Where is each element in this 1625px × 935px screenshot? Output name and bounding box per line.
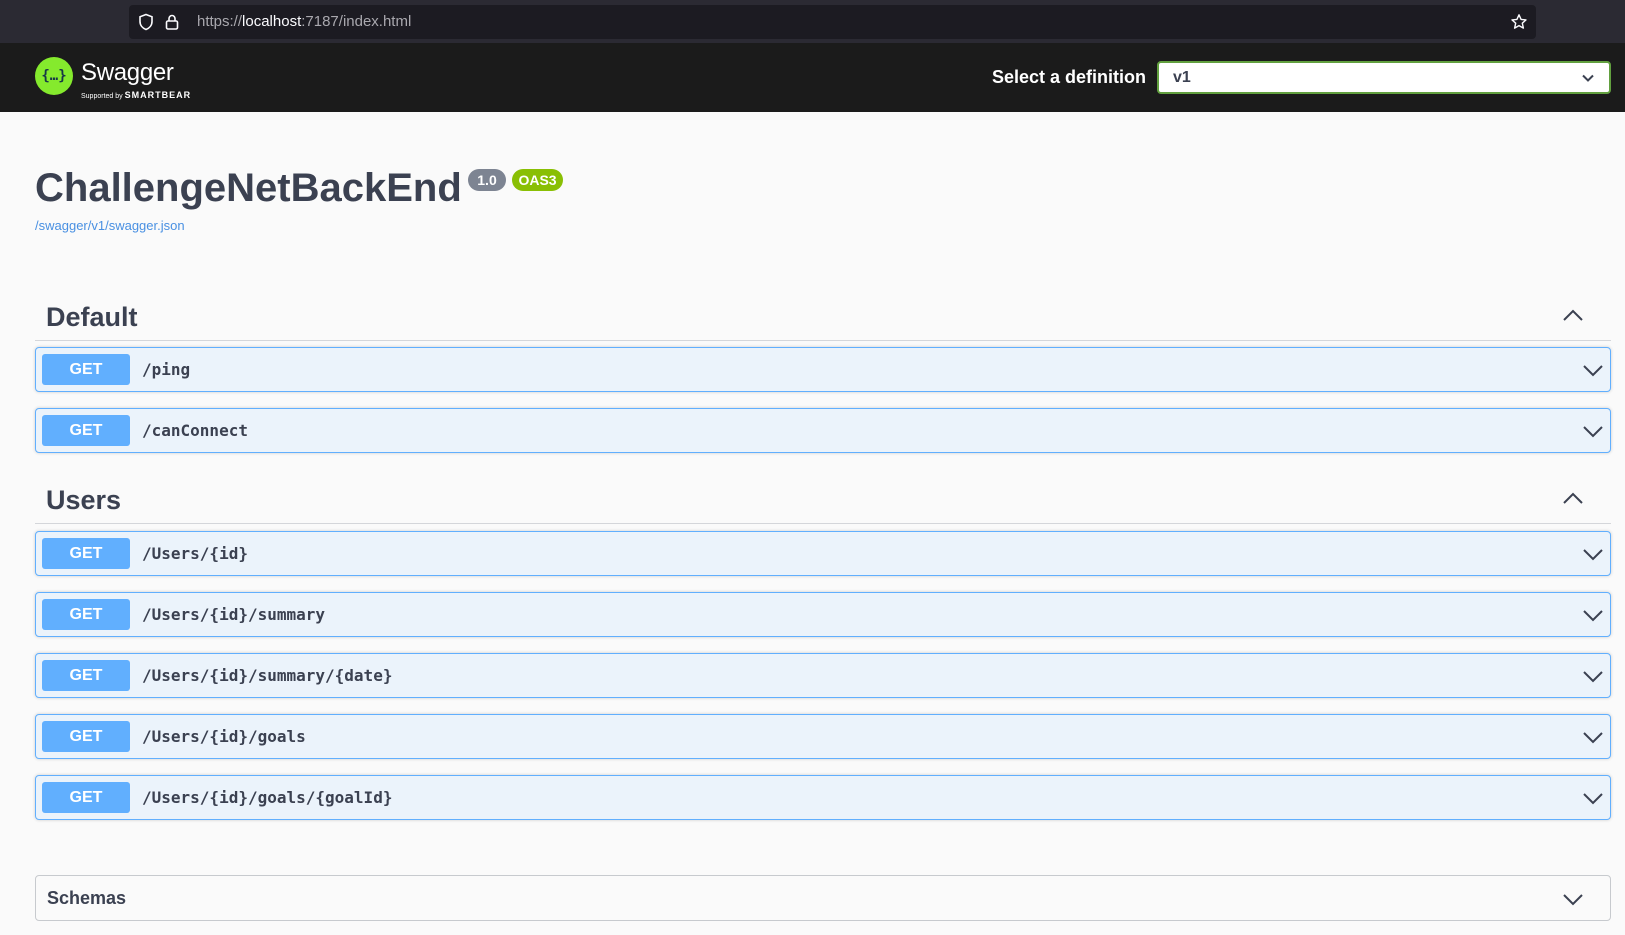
operation-get-user-goals[interactable]: GET /Users/{id}/goals — [35, 714, 1611, 759]
swagger-topbar: {…} Swagger Supported by SMARTBEAR Selec… — [0, 43, 1625, 112]
operation-get-canconnect[interactable]: GET /canConnect — [35, 408, 1611, 453]
tag-default-header[interactable]: Default — [35, 290, 1611, 341]
browser-toolbar: https://localhost:7187/index.html — [0, 0, 1625, 43]
tag-title: Users — [46, 485, 122, 515]
definition-label: Select a definition — [992, 67, 1147, 87]
url-prefix: https:// — [197, 13, 243, 30]
operation-path: /ping — [142, 360, 191, 379]
chevron-down-icon — [1581, 71, 1595, 85]
chevron-down-icon[interactable] — [1562, 888, 1584, 910]
star-icon[interactable] — [1510, 13, 1528, 31]
url-rest: :7187/index.html — [301, 13, 412, 30]
api-title: ChallengeNetBackEnd — [35, 166, 462, 210]
schemas-section[interactable]: Schemas — [35, 875, 1611, 921]
operation-get-user-summary[interactable]: GET /Users/{id}/summary — [35, 592, 1611, 637]
tagline-prefix: Supported by — [81, 93, 123, 100]
operation-path: /Users/{id}/goals/{goalId} — [142, 788, 393, 807]
operation-path: /Users/{id}/summary/{date} — [142, 666, 393, 685]
method-badge: GET — [42, 599, 130, 630]
chevron-down-icon[interactable] — [1582, 665, 1604, 687]
operation-path: /Users/{id}/goals — [142, 727, 306, 746]
smartbear-tagline: Supported by SMARTBEAR — [81, 90, 191, 100]
chevron-up-icon[interactable] — [1561, 487, 1585, 511]
operation-get-user-summary-date[interactable]: GET /Users/{id}/summary/{date} — [35, 653, 1611, 698]
tag-title: Default — [46, 302, 138, 332]
method-badge: GET — [42, 660, 130, 691]
oas-badge: OAS3 — [512, 169, 563, 191]
method-badge: GET — [42, 721, 130, 752]
tagline-brand: SMARTBEAR — [124, 90, 192, 100]
swagger-logo-icon[interactable]: {…} — [35, 57, 73, 95]
url-host: localhost — [242, 13, 302, 30]
operation-get-ping[interactable]: GET /ping — [35, 347, 1611, 392]
chevron-down-icon[interactable] — [1582, 726, 1604, 748]
swagger-logo-text[interactable]: Swagger — [81, 59, 174, 87]
tag-users-header[interactable]: Users — [35, 473, 1611, 524]
operation-path: /Users/{id}/summary — [142, 605, 326, 624]
version-badge: 1.0 — [468, 169, 506, 191]
chevron-down-icon[interactable] — [1582, 604, 1604, 626]
operation-path: /canConnect — [142, 421, 248, 440]
definition-select[interactable]: v1 — [1157, 61, 1611, 94]
lock-icon[interactable] — [163, 13, 181, 31]
chevron-down-icon[interactable] — [1582, 543, 1604, 565]
shield-icon[interactable] — [137, 13, 155, 31]
method-badge: GET — [42, 538, 130, 569]
chevron-up-icon[interactable] — [1561, 304, 1585, 328]
method-badge: GET — [42, 415, 130, 446]
method-badge: GET — [42, 782, 130, 813]
operation-path: /Users/{id} — [142, 544, 248, 563]
spec-link[interactable]: /swagger/v1/swagger.json — [35, 218, 185, 233]
operation-get-user-goal[interactable]: GET /Users/{id}/goals/{goalId} — [35, 775, 1611, 820]
operation-get-user[interactable]: GET /Users/{id} — [35, 531, 1611, 576]
address-bar[interactable]: https://localhost:7187/index.html — [129, 5, 1536, 39]
url-text[interactable]: https://localhost:7187/index.html — [197, 13, 411, 30]
definition-value: v1 — [1173, 69, 1191, 86]
method-badge: GET — [42, 354, 130, 385]
chevron-down-icon[interactable] — [1582, 359, 1604, 381]
chevron-down-icon[interactable] — [1582, 420, 1604, 442]
schemas-title: Schemas — [47, 888, 127, 908]
chevron-down-icon[interactable] — [1582, 787, 1604, 809]
